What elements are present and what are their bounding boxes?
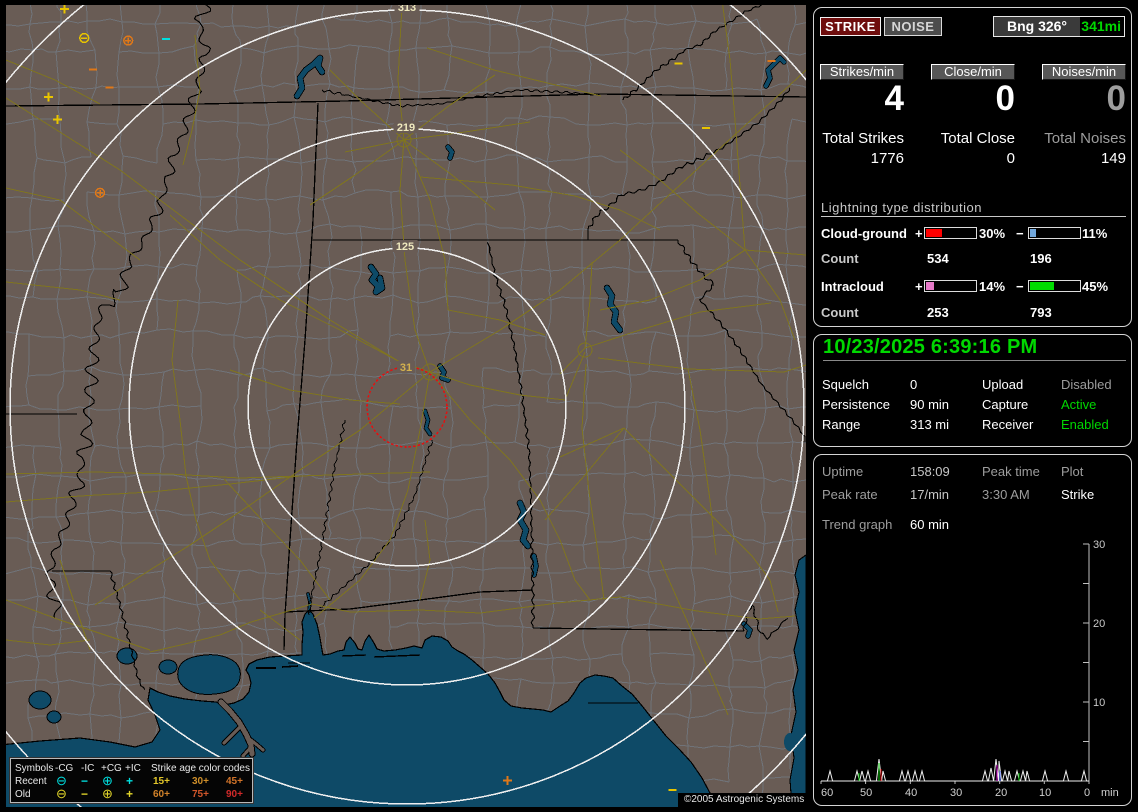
svg-text:min: min: [1101, 787, 1119, 799]
svg-text:50: 50: [860, 787, 872, 799]
svg-text:10: 10: [1093, 697, 1105, 709]
svg-text:60: 60: [821, 787, 833, 799]
svg-text:0: 0: [1084, 787, 1090, 799]
svg-text:31: 31: [400, 362, 412, 374]
svg-text:30: 30: [1093, 539, 1105, 551]
svg-text:30: 30: [950, 787, 962, 799]
svg-text:125: 125: [396, 241, 414, 253]
svg-text:313: 313: [398, 5, 416, 14]
svg-text:40: 40: [905, 787, 917, 799]
svg-text:20: 20: [1093, 618, 1105, 630]
svg-text:20: 20: [995, 787, 1007, 799]
svg-text:219: 219: [397, 122, 415, 134]
svg-text:10: 10: [1039, 787, 1051, 799]
